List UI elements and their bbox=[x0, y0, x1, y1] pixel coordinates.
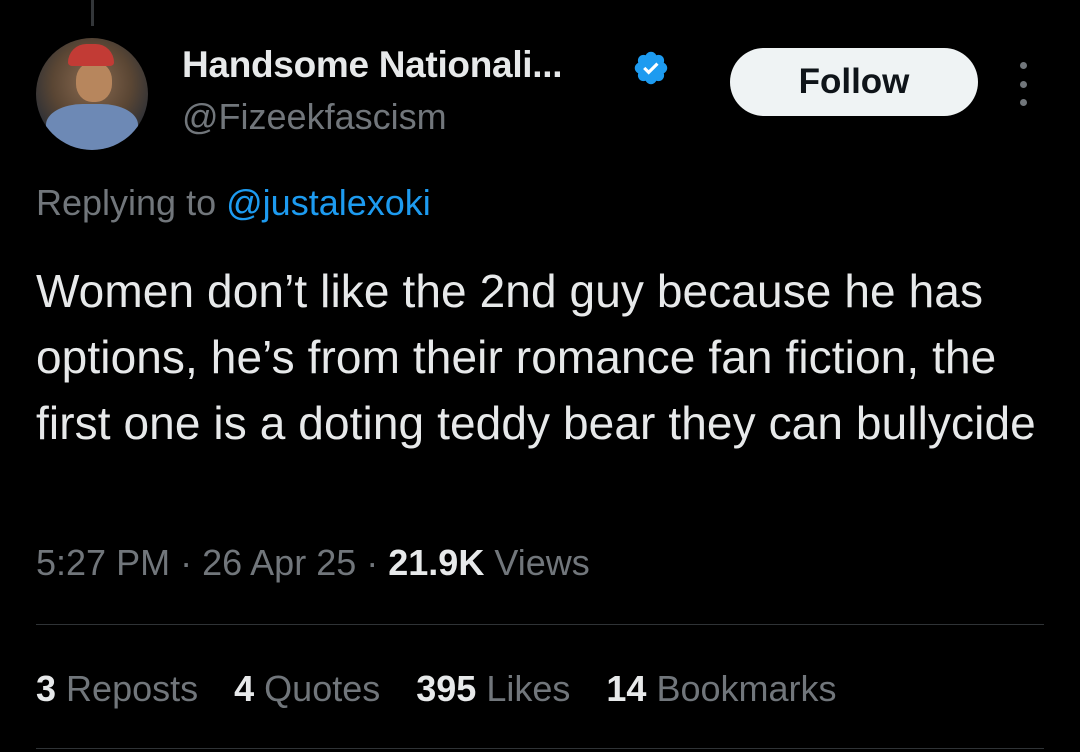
tweet-text: Women don’t like the 2nd guy because he … bbox=[36, 265, 1036, 449]
likes-label: Likes bbox=[486, 668, 571, 709]
tweet-meta: 5:27 PM · 26 Apr 25 · 21.9K Views bbox=[36, 542, 590, 584]
author-handle[interactable]: @Fizeekfascism bbox=[182, 96, 447, 138]
reposts-stat[interactable]: 3 Reposts bbox=[36, 668, 198, 710]
tweet-time[interactable]: 5:27 PM bbox=[36, 542, 170, 583]
meta-separator: · bbox=[366, 542, 379, 583]
more-dot bbox=[1019, 80, 1027, 88]
divider bbox=[36, 748, 1044, 749]
more-vertical-icon[interactable] bbox=[1008, 62, 1038, 106]
follow-button[interactable]: Follow bbox=[730, 48, 978, 116]
bookmarks-stat[interactable]: 14 Bookmarks bbox=[606, 668, 836, 710]
bookmarks-label: Bookmarks bbox=[656, 668, 837, 709]
views-label: Views bbox=[494, 542, 590, 583]
reposts-label: Reposts bbox=[66, 668, 199, 709]
divider bbox=[36, 624, 1044, 625]
quotes-count: 4 bbox=[234, 668, 255, 709]
bookmarks-count: 14 bbox=[606, 668, 647, 709]
avatar-shirt bbox=[46, 104, 138, 150]
engagement-stats: 3 Reposts 4 Quotes 395 Likes 14 Bookmark… bbox=[36, 668, 837, 710]
verified-badge-icon bbox=[634, 51, 668, 85]
views-count: 21.9K bbox=[388, 542, 485, 583]
avatar-cap bbox=[68, 44, 114, 66]
meta-separator: · bbox=[180, 542, 193, 583]
replying-to-line: Replying to @justalexoki bbox=[36, 182, 431, 224]
replying-to-label: Replying to bbox=[36, 182, 217, 223]
author-display-name[interactable]: Handsome Nationali... bbox=[182, 44, 563, 86]
thread-connector-line bbox=[91, 0, 94, 26]
likes-count: 395 bbox=[416, 668, 477, 709]
more-dot bbox=[1019, 62, 1027, 69]
likes-stat[interactable]: 395 Likes bbox=[416, 668, 570, 710]
more-dot bbox=[1019, 99, 1027, 106]
avatar-face bbox=[76, 62, 112, 102]
tweet-date[interactable]: 26 Apr 25 bbox=[202, 542, 356, 583]
reply-mention-link[interactable]: @justalexoki bbox=[226, 182, 431, 223]
quotes-stat[interactable]: 4 Quotes bbox=[234, 668, 380, 710]
quotes-label: Quotes bbox=[264, 668, 381, 709]
avatar[interactable] bbox=[36, 38, 148, 150]
reposts-count: 3 bbox=[36, 668, 57, 709]
